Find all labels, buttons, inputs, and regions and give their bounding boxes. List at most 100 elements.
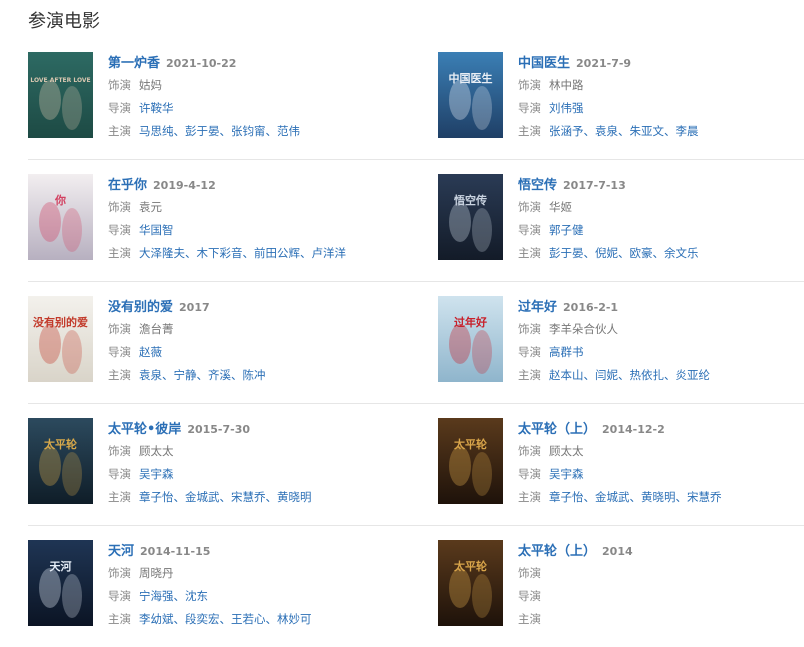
actor-link[interactable]: 卢洋洋 <box>312 246 347 260</box>
movie-info: 太平轮（上） 2014 饰演 导演 主演 <box>518 540 804 631</box>
poster-title-text: 中国医生 <box>449 71 493 85</box>
role-name: 姑妈 <box>139 78 162 92</box>
director-link[interactable]: 许鞍华 <box>139 101 174 115</box>
role-name: 顾太太 <box>139 444 174 458</box>
cast-label: 主演 <box>518 490 541 504</box>
movie-poster[interactable]: 悟空传 <box>438 174 503 260</box>
movie-title-link[interactable]: 过年好 <box>518 300 557 315</box>
movie-title-link[interactable]: 太平轮（上） <box>518 422 596 437</box>
actor-link[interactable]: 余文乐 <box>664 246 699 260</box>
name-separator: 、 <box>219 612 232 626</box>
actor-link[interactable]: 金城武 <box>595 490 630 504</box>
actor-link[interactable]: 段奕宏 <box>185 612 220 626</box>
actor-link[interactable]: 张涵予 <box>549 124 584 138</box>
director-link[interactable]: 高群书 <box>549 345 584 359</box>
actor-link[interactable]: 王若心 <box>231 612 266 626</box>
actor-link[interactable]: 章子怡 <box>549 490 584 504</box>
movie-title-link[interactable]: 没有别的爱 <box>108 300 173 315</box>
poster-title-text: LOVE AFTER LOVE <box>30 77 90 84</box>
actor-link[interactable]: 彭于晏 <box>549 246 584 260</box>
director-link[interactable]: 赵薇 <box>139 345 162 359</box>
actor-link[interactable]: 袁泉 <box>595 124 618 138</box>
actor-link[interactable]: 宋慧乔 <box>231 490 266 504</box>
cast-line: 主演 章子怡、金城武、宋慧乔、黄晓明 <box>108 486 398 509</box>
cast-line: 主演 章子怡、金城武、黄晓明、宋慧乔 <box>518 486 804 509</box>
director-link[interactable]: 华国智 <box>139 223 174 237</box>
actor-link[interactable]: 闫妮 <box>595 368 618 382</box>
movie-poster[interactable]: 没有别的爱 <box>28 296 93 382</box>
director-line: 导演 郭子健 <box>518 219 804 242</box>
actor-link[interactable]: 热依扎 <box>630 368 665 382</box>
actor-link[interactable]: 大泽隆夫 <box>139 246 185 260</box>
actor-link[interactable]: 李晨 <box>676 124 699 138</box>
movie-title-line: 天河 2014-11-15 <box>108 540 398 562</box>
director-link[interactable]: 刘伟强 <box>549 101 584 115</box>
movie-title-link[interactable]: 天河 <box>108 544 134 559</box>
actor-link[interactable]: 袁泉 <box>139 368 162 382</box>
name-separator: 、 <box>675 490 688 504</box>
actor-link[interactable]: 黄晓明 <box>277 490 312 504</box>
movie-release-date: 2014-11-15 <box>140 545 211 558</box>
name-separator: 、 <box>265 124 278 138</box>
name-separator: 、 <box>583 490 596 504</box>
name-separator: 、 <box>173 124 186 138</box>
director-link[interactable]: 吴宇森 <box>139 467 174 481</box>
role-name: 周晓丹 <box>139 566 174 580</box>
movie-poster[interactable]: 过年好 <box>438 296 503 382</box>
actor-link[interactable]: 赵本山 <box>549 368 584 382</box>
actor-link[interactable]: 朱亚文 <box>630 124 665 138</box>
actor-link[interactable]: 欧豪 <box>630 246 653 260</box>
poster-title-text: 太平轮 <box>453 559 487 573</box>
actor-link[interactable]: 木下彩音 <box>197 246 243 260</box>
actor-link[interactable]: 前田公辉 <box>254 246 300 260</box>
actor-link[interactable]: 齐溪 <box>208 368 231 382</box>
movie-title-link[interactable]: 中国医生 <box>518 56 570 71</box>
movie-title-link[interactable]: 第一炉香 <box>108 56 160 71</box>
actor-link[interactable]: 宋慧乔 <box>687 490 722 504</box>
movie-title-link[interactable]: 太平轮•彼岸 <box>108 422 181 437</box>
actor-link[interactable]: 林妙可 <box>277 612 312 626</box>
movie-poster[interactable]: 太平轮 <box>28 418 93 504</box>
actor-link[interactable]: 马思纯 <box>139 124 174 138</box>
movie-poster[interactable]: 太平轮 <box>438 540 503 626</box>
director-link[interactable]: 宁海强 <box>139 589 174 603</box>
director-line: 导演 宁海强、沈东 <box>108 585 398 608</box>
actor-link[interactable]: 张钧甯 <box>231 124 266 138</box>
movie-title-link[interactable]: 在乎你 <box>108 178 147 193</box>
cast-line: 主演 马思纯、彭于晏、张钧甯、范伟 <box>108 120 398 143</box>
cast-line: 主演 张涵予、袁泉、朱亚文、李晨 <box>518 120 804 143</box>
actor-link[interactable]: 金城武 <box>185 490 220 504</box>
movie-poster[interactable]: 太平轮 <box>438 418 503 504</box>
actor-link[interactable]: 陈冲 <box>243 368 266 382</box>
director-link[interactable]: 郭子健 <box>549 223 584 237</box>
cast-label: 主演 <box>108 124 131 138</box>
name-separator: 、 <box>265 612 278 626</box>
actor-link[interactable]: 李幼斌 <box>139 612 174 626</box>
role-label: 饰演 <box>518 322 541 336</box>
actor-link[interactable]: 彭于晏 <box>185 124 220 138</box>
cast-line: 主演 彭于晏、倪妮、欧豪、余文乐 <box>518 242 804 265</box>
actor-link[interactable]: 黄晓明 <box>641 490 676 504</box>
cast-line: 主演 大泽隆夫、木下彩音、前田公辉、卢洋洋 <box>108 242 398 265</box>
movie-title-line: 太平轮•彼岸 2015-7-30 <box>108 418 398 440</box>
actor-link[interactable]: 炎亚纶 <box>676 368 711 382</box>
movie-poster[interactable]: 天河 <box>28 540 93 626</box>
poster-title-text: 太平轮 <box>453 437 487 451</box>
movie-title-link[interactable]: 悟空传 <box>518 178 557 193</box>
movie-title-link[interactable]: 太平轮（上） <box>518 544 596 559</box>
movie-poster[interactable]: 你 <box>28 174 93 260</box>
name-separator: 、 <box>652 246 665 260</box>
director-link[interactable]: 吴宇森 <box>549 467 584 481</box>
actor-link[interactable]: 倪妮 <box>595 246 618 260</box>
role-line: 饰演 李羊朵合伙人 <box>518 318 804 341</box>
director-link[interactable]: 沈东 <box>185 589 208 603</box>
actor-link[interactable]: 宁静 <box>174 368 197 382</box>
movie-title-line: 中国医生 2021-7-9 <box>518 52 804 74</box>
actor-link[interactable]: 范伟 <box>277 124 300 138</box>
movie-poster[interactable]: LOVE AFTER LOVE <box>28 52 93 138</box>
movie-title-line: 太平轮（上） 2014-12-2 <box>518 418 804 440</box>
director-label: 导演 <box>518 223 541 237</box>
movie-poster[interactable]: 中国医生 <box>438 52 503 138</box>
name-separator: 、 <box>185 246 197 260</box>
actor-link[interactable]: 章子怡 <box>139 490 174 504</box>
